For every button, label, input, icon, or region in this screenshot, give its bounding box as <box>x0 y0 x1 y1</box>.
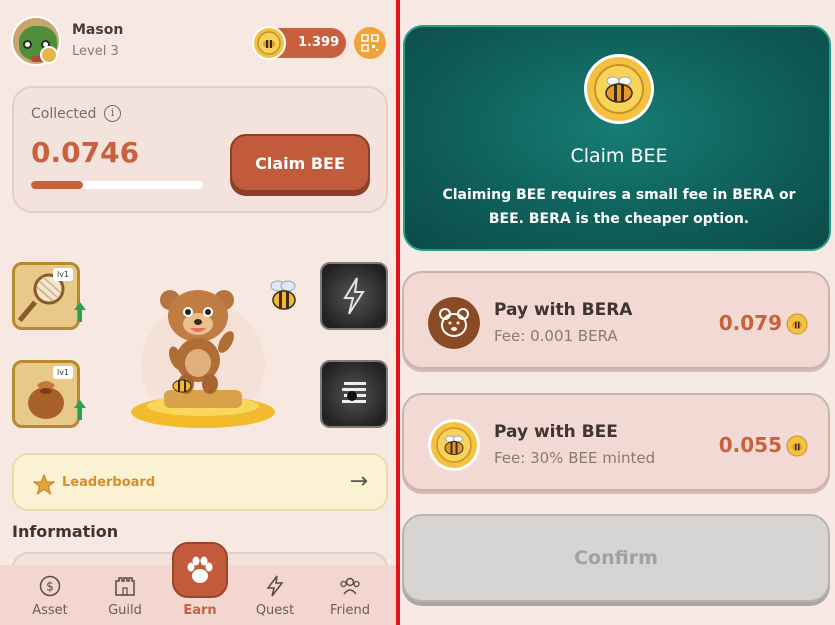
mystery-icon <box>342 382 366 403</box>
collected-label: Collected <box>31 106 97 122</box>
collected-value: 0.0746 <box>31 136 140 169</box>
nav-earn[interactable] <box>172 542 228 598</box>
arrow-right-icon: → <box>349 469 368 494</box>
claim-title: Claim BEE <box>570 145 668 167</box>
bee-coin-icon <box>428 419 480 471</box>
collect-progress-bar <box>31 181 203 189</box>
nav-quest[interactable]: Quest <box>240 565 310 625</box>
paw-icon <box>187 556 213 583</box>
item-level-badge: lv1 <box>53 268 73 281</box>
confirm-button[interactable]: Confirm <box>402 514 830 602</box>
pay-option-title: Pay with BEE <box>494 422 618 442</box>
bear-character[interactable] <box>118 270 288 440</box>
sack-item-tile[interactable]: lv1 <box>12 360 80 428</box>
balance-value: 1.399 <box>298 35 340 50</box>
svg-text:$: $ <box>46 580 54 594</box>
pay-option-amount: 0.079 <box>718 311 782 335</box>
info-icon[interactable]: i <box>104 105 121 122</box>
nav-label: Guild <box>108 603 142 618</box>
upgrade-arrow-icon <box>74 302 86 322</box>
lightning-icon <box>343 277 365 315</box>
nav-label-earn: Earn <box>183 603 217 618</box>
balance-pill[interactable]: 1.399 <box>252 26 346 60</box>
user-name: Mason <box>72 22 124 38</box>
claim-info-card: Claim BEE Claiming BEE requires a small … <box>403 25 831 251</box>
lightning-nav-icon <box>266 575 284 597</box>
star-icon <box>33 474 55 496</box>
bera-bear-icon <box>428 297 480 349</box>
qr-code-icon <box>361 34 379 52</box>
nav-guild[interactable]: Guild <box>90 565 160 625</box>
claim-panel: Claim BEE Claiming BEE requires a small … <box>400 0 835 625</box>
item-level-badge: lv1 <box>53 366 73 379</box>
avatar-badge-icon <box>40 46 58 64</box>
collect-progress-fill <box>31 181 83 189</box>
pay-option-title: Pay with BERA <box>494 300 633 320</box>
nav-friend[interactable]: Friend <box>315 565 385 625</box>
user-level: Level 3 <box>72 44 119 59</box>
bear-illustration <box>131 290 275 428</box>
bee-coin-icon <box>584 54 654 124</box>
upgrade-arrow-icon <box>74 400 86 420</box>
bee-coin-small-icon <box>786 313 808 335</box>
leaderboard-banner[interactable]: Leaderboard → <box>12 453 388 511</box>
pay-option-fee: Fee: 0.001 BERA <box>494 327 618 345</box>
qr-code-button[interactable] <box>354 27 386 59</box>
friends-icon <box>340 577 360 595</box>
nav-label: Asset <box>32 603 68 618</box>
castle-icon <box>115 577 135 596</box>
net-item-tile[interactable]: lv1 <box>12 262 80 330</box>
game-panel: Mason Level 3 1.399 Collected i 0.0746 C… <box>0 0 396 625</box>
pay-with-bera-option[interactable]: Pay with BERA Fee: 0.001 BERA 0.079 <box>402 271 830 369</box>
pay-with-bee-option[interactable]: Pay with BEE Fee: 30% BEE minted 0.055 <box>402 393 830 491</box>
bee-coin-small-icon <box>786 435 808 457</box>
lightning-tile[interactable] <box>320 262 388 330</box>
dollar-icon: $ <box>39 575 61 597</box>
bee-coin-icon <box>252 26 286 60</box>
claim-description: Claiming BEE requires a small fee in BER… <box>442 187 796 227</box>
mystery-tile[interactable] <box>320 360 388 428</box>
information-title: Information <box>12 522 119 541</box>
pay-option-amount: 0.055 <box>718 433 782 457</box>
pay-option-fee: Fee: 30% BEE minted <box>494 449 656 467</box>
nav-asset[interactable]: $ Asset <box>15 565 85 625</box>
collected-card: Collected i 0.0746 Claim BEE <box>12 86 388 213</box>
nav-label: Quest <box>255 603 295 618</box>
nav-label: Friend <box>330 603 370 618</box>
claim-bee-button[interactable]: Claim BEE <box>230 134 370 192</box>
app-root: Mason Level 3 1.399 Collected i 0.0746 C… <box>0 0 835 625</box>
leaderboard-label: Leaderboard <box>62 475 156 490</box>
